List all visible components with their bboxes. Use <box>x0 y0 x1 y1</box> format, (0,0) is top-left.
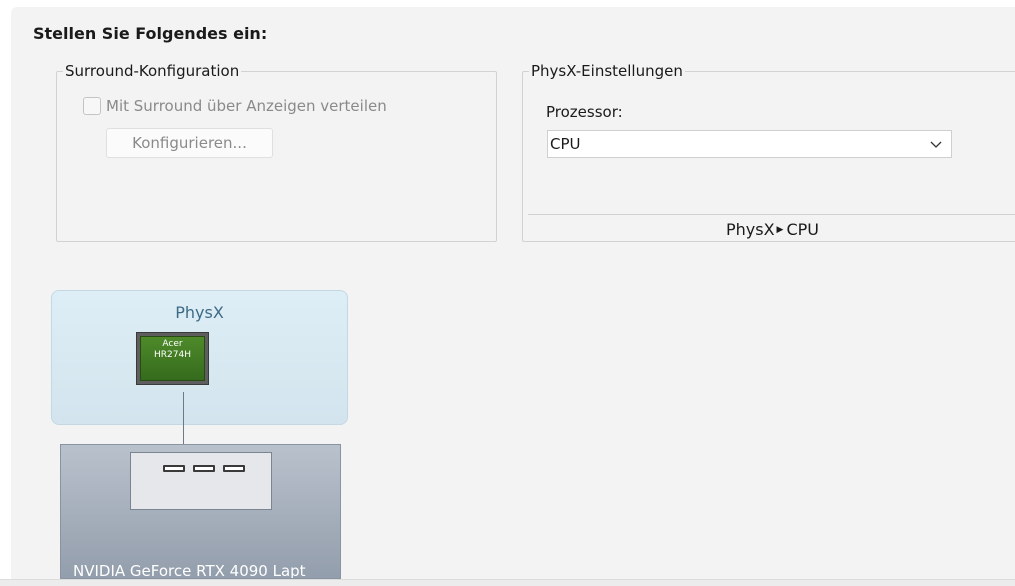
configure-button[interactable]: Konfigurieren... <box>106 128 273 158</box>
physx-status: PhysX ▶ CPU <box>523 220 1015 239</box>
processor-label: Prozessor: <box>546 103 623 121</box>
arrow-right-icon: ▶ <box>776 224 784 235</box>
processor-select-value: CPU <box>550 135 581 153</box>
physx-status-label: PhysX <box>725 220 775 239</box>
physx-status-processor: CPU <box>786 220 819 239</box>
gpu-diagram-box[interactable]: NVIDIA GeForce RTX 4090 Lapt <box>60 444 341 579</box>
physx-divider <box>528 214 1015 215</box>
physx-settings-group: PhysX-Einstellungen Prozessor: CPU PhysX… <box>522 62 1015 242</box>
monitor-model: HR274H <box>154 350 191 360</box>
displayport-icon <box>223 465 245 472</box>
gpu-port-panel <box>130 452 272 510</box>
gpu-name: NVIDIA GeForce RTX 4090 Lapt <box>73 562 306 579</box>
processor-select[interactable]: CPU <box>547 130 952 158</box>
chevron-down-icon <box>930 141 942 148</box>
physx-diagram-label: PhysX <box>175 303 224 322</box>
hdmi-port-icon <box>163 465 185 472</box>
displayport-icon <box>193 465 215 472</box>
surround-checkbox-label: Mit Surround über Anzeigen verteilen <box>106 97 387 115</box>
bottom-bar <box>0 579 1015 586</box>
monitor-brand: Acer <box>162 339 183 349</box>
monitor-icon[interactable]: Acer HR274H <box>136 332 209 385</box>
surround-checkbox-row[interactable]: Mit Surround über Anzeigen verteilen <box>83 97 387 115</box>
section-title: Stellen Sie Folgendes ein: <box>33 24 268 43</box>
surround-config-legend: Surround-Konfiguration <box>63 62 242 80</box>
surround-checkbox[interactable] <box>83 97 101 115</box>
surround-config-group: Surround-Konfiguration Mit Surround über… <box>56 62 497 242</box>
physx-settings-legend: PhysX-Einstellungen <box>529 62 685 80</box>
monitor-screen: Acer HR274H <box>140 336 205 381</box>
physx-diagram-box: PhysX Acer HR274H <box>51 290 348 425</box>
